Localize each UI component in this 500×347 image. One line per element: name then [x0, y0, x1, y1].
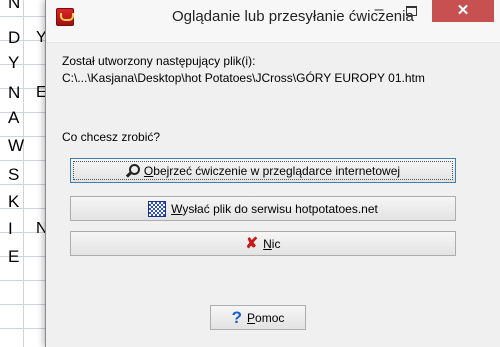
- magnifier-icon: [126, 164, 140, 177]
- help-button[interactable]: ? Pomoc: [210, 305, 306, 330]
- grid-letter: Y: [8, 53, 20, 72]
- question-label: Co chcesz zrobić?: [62, 130, 161, 144]
- nothing-button[interactable]: ✘ Nic: [70, 231, 456, 256]
- grid-letter: N: [8, 83, 21, 102]
- upload-icon: [148, 200, 167, 217]
- grid-letter: W: [8, 136, 25, 155]
- upload-to-hotpotatoes-button[interactable]: Wysłać plik do serwisu hotpotatoes.net: [70, 196, 456, 221]
- maximize-button[interactable]: [396, 0, 426, 22]
- minimize-button[interactable]: –: [364, 0, 394, 22]
- created-file-label: Został utworzony następujący plik(i):: [62, 54, 256, 68]
- grid-letter: K: [8, 192, 20, 211]
- grid-letter: N: [8, 0, 21, 12]
- grid-letter: S: [8, 165, 20, 184]
- close-button[interactable]: ✕: [432, 0, 494, 22]
- view-in-browser-label: Obejrzeć ćwiczenie w przeglądarce intern…: [143, 163, 401, 178]
- view-in-browser-button[interactable]: Obejrzeć ćwiczenie w przeglądarce intern…: [70, 158, 456, 183]
- grid-letter: E: [8, 247, 20, 266]
- upload-label: Wysłać plik do serwisu hotpotatoes.net: [171, 201, 378, 216]
- help-label: Pomoc: [247, 310, 285, 325]
- grid-letter: A: [8, 108, 20, 127]
- hot-potatoes-icon[interactable]: [56, 8, 74, 26]
- file-path: C:\...\Kasjana\Desktop\hot Potatoes\JCro…: [62, 71, 425, 85]
- title-bar[interactable]: Oglądanie lub przesyłanie ćwiczenia – ✕: [46, 0, 500, 43]
- red-x-icon: ✘: [245, 234, 259, 252]
- question-icon: ?: [231, 307, 243, 327]
- grid-letter: D: [8, 28, 21, 47]
- nothing-label: Nic: [263, 236, 281, 251]
- grid-letter: I: [8, 219, 13, 238]
- view-or-upload-dialog: Oglądanie lub przesyłanie ćwiczenia – ✕ …: [46, 0, 500, 347]
